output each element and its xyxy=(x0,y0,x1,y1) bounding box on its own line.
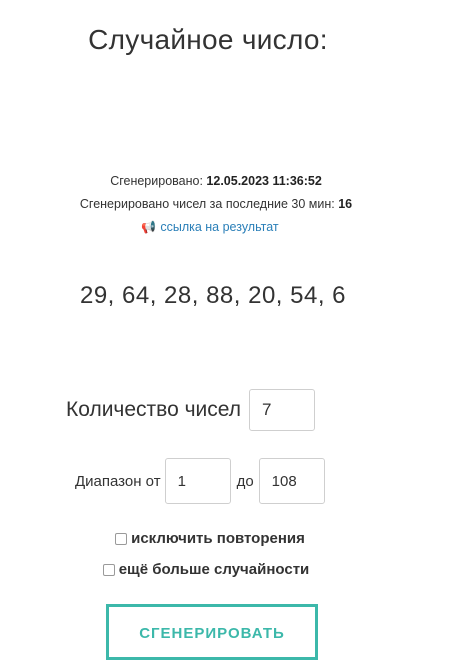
megaphone-icon: 📢 xyxy=(141,220,157,234)
range-from-input[interactable] xyxy=(164,458,231,504)
count-input[interactable] xyxy=(249,389,316,431)
more-random-label: ещё больше случайности xyxy=(118,561,310,578)
generated-timestamp-line: Сгенерировано: 12.05.2023 11:36:52 xyxy=(0,174,432,188)
exclude-repeats-option[interactable]: исключить повторения xyxy=(0,530,426,547)
generated-count-label: Сгенерировано чисел за последние 30 мин: xyxy=(79,197,335,211)
generated-value: 12.05.2023 11:36:52 xyxy=(206,174,322,188)
more-random-option[interactable]: ещё больше случайности xyxy=(0,561,422,578)
exclude-repeats-checkbox[interactable] xyxy=(115,532,128,545)
more-random-checkbox[interactable] xyxy=(102,563,115,576)
generated-count-line: Сгенерировано чисел за последние 30 мин:… xyxy=(0,197,432,211)
page-title: Случайное число: xyxy=(88,24,328,55)
range-to-label: до xyxy=(236,472,254,490)
generated-label: Сгенерировано: xyxy=(110,174,203,188)
result-link[interactable]: 📢 ссылка на результат xyxy=(0,220,420,234)
exclude-repeats-label: исключить повторения xyxy=(131,530,305,547)
count-row: Количество чисел xyxy=(66,389,316,431)
result-link-text: ссылка на результат xyxy=(160,220,279,234)
range-to-input[interactable] xyxy=(258,458,325,504)
generated-count-value: 16 xyxy=(338,197,353,211)
count-label: Количество чисел xyxy=(66,398,242,421)
random-numbers-result: 29, 64, 28, 88, 20, 54, 6 xyxy=(79,282,347,309)
range-from-label: Диапазон от xyxy=(75,472,161,490)
generate-button[interactable]: СГЕНЕРИРОВАТЬ xyxy=(106,604,318,660)
range-row: Диапазон от до xyxy=(75,458,325,504)
